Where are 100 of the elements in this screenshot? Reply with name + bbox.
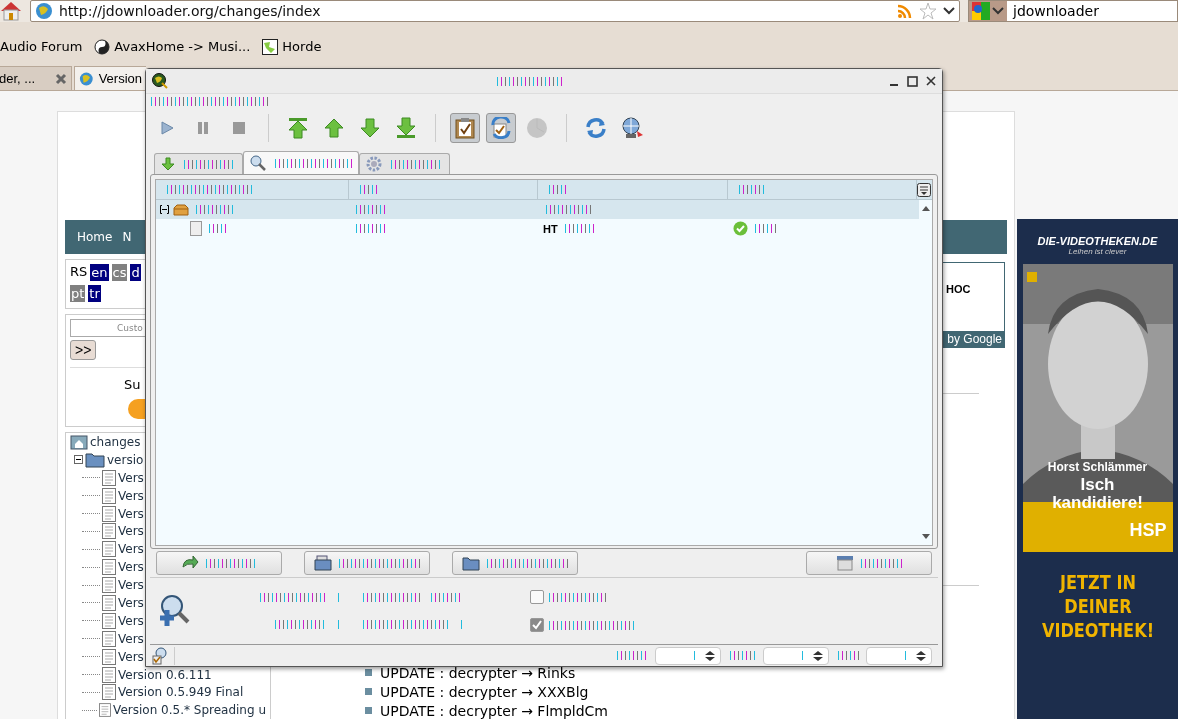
search-engine-button[interactable] — [969, 1, 1007, 21]
banner-call-text: JETZT IN — [1059, 570, 1136, 594]
banner-site: DIE-VIDEOTHEKEN.DE — [1037, 235, 1158, 247]
action-button[interactable] — [806, 551, 932, 575]
up-arrow-icon — [324, 118, 344, 138]
browser-tab[interactable]: der, ... — [0, 66, 72, 90]
spinner-arrows-icon[interactable] — [812, 649, 824, 662]
nav-link[interactable]: Home — [77, 230, 113, 244]
rss-label: RS — [70, 264, 88, 281]
spinner-arrows-icon[interactable] — [915, 649, 927, 662]
tree-item[interactable]: Version 0.5.* Spreading u — [113, 703, 266, 718]
advertisement-banner[interactable]: DIE-VIDEOTHEKEN.DE Leihen ist clever Horst Schlämmer Isch kandidiere! HSP JETZT IN DEINER VIDEOTHEK! — [1017, 219, 1178, 719]
spinner-field[interactable] — [655, 646, 721, 665]
table-row[interactable]: HT — [156, 219, 919, 238]
banner-party: HSP — [1129, 520, 1167, 541]
banner-slogan: Leihen ist clever — [1068, 247, 1127, 256]
tree-item[interactable]: Vers — [118, 470, 144, 485]
collapse-icon[interactable] — [74, 455, 83, 465]
bookmark-link[interactable]: AvaxHome -> Musi... — [94, 38, 251, 55]
subscribe-button[interactable] — [128, 399, 145, 419]
rss-icon[interactable] — [897, 3, 913, 19]
document-icon — [102, 648, 116, 665]
document-icon — [102, 612, 116, 629]
scroll-down-icon[interactable] — [920, 533, 931, 541]
tree-item[interactable]: Vers — [118, 631, 144, 646]
tree-item[interactable]: Version 0.5.949 Final — [118, 685, 244, 700]
ad-title: HOC — [946, 283, 971, 295]
play-icon — [159, 120, 175, 136]
banner-call-text: DEINER — [1063, 594, 1132, 618]
bookmark-link[interactable]: Audio Forum — [0, 39, 83, 54]
tree-item[interactable]: Vers — [118, 488, 144, 503]
tree-item[interactable]: Vers — [118, 524, 144, 539]
tree-item[interactable]: Vers — [118, 613, 144, 628]
folder-icon — [313, 555, 332, 571]
search-placeholder: Custo — [117, 323, 143, 333]
tree-item[interactable]: Vers — [118, 506, 144, 521]
update-item: UPDATE : decrypter → Rinks — [380, 664, 576, 681]
spinner-arrows-icon[interactable] — [704, 649, 716, 662]
banner-name: Horst Schlämmer — [1046, 460, 1149, 474]
move-to-top-icon — [288, 117, 308, 139]
language-link[interactable]: en — [90, 264, 109, 281]
globe-icon — [35, 2, 53, 20]
home-icon[interactable] — [0, 1, 22, 21]
banner-call-text: VIDEOTHEK! — [1041, 618, 1154, 642]
language-link[interactable]: cs — [111, 264, 128, 281]
checkbox[interactable] — [530, 590, 544, 604]
toolbar-button[interactable] — [486, 113, 516, 143]
magnifier-icon — [250, 155, 266, 171]
banner-claim: kandidiere! — [1052, 494, 1143, 512]
trash-bin-icon — [835, 555, 854, 571]
tree-item[interactable]: Vers — [118, 649, 144, 664]
toolbar-button[interactable] — [450, 113, 480, 143]
expander-icon[interactable] — [160, 205, 169, 214]
update-item: UPDATE : decrypter → FlmpldCm — [380, 702, 608, 719]
search-button[interactable]: >> — [70, 340, 97, 360]
move-to-bottom-icon — [396, 117, 416, 139]
bullet-icon — [365, 669, 372, 676]
nav-link[interactable]: N — [122, 230, 132, 244]
close-icon[interactable] — [926, 76, 936, 86]
tree-item[interactable]: changes — [90, 434, 141, 449]
document-icon — [102, 594, 116, 611]
hoster-text: HT — [543, 222, 558, 235]
document-icon — [102, 559, 116, 576]
checkbox[interactable] — [530, 618, 544, 632]
spinner-field[interactable] — [763, 646, 829, 665]
update-item: UPDATE : decrypter → XXXBlg — [380, 683, 589, 700]
spinner-field[interactable] — [866, 646, 932, 665]
tree-item[interactable]: Version 0.6.111 — [118, 667, 212, 682]
search-text: jdownloader — [1013, 3, 1099, 19]
document-icon — [102, 577, 116, 594]
column-chooser-icon[interactable] — [917, 182, 931, 197]
action-button[interactable] — [156, 551, 282, 575]
star-icon[interactable] — [919, 2, 937, 20]
address-bar[interactable]: http://jdownloader.org/changes/index — [30, 0, 960, 22]
tree-item[interactable]: Vers — [118, 578, 144, 593]
browser-tab[interactable]: Version — [74, 66, 146, 90]
file-icon — [190, 221, 202, 236]
maximize-icon[interactable] — [907, 75, 918, 87]
language-link[interactable]: pt — [70, 285, 86, 302]
download-arrow-icon — [161, 157, 175, 171]
search-field[interactable]: jdownloader — [968, 0, 1178, 22]
tree-item[interactable]: versio — [107, 452, 144, 467]
stop-icon — [232, 121, 246, 135]
curved-arrow-icon — [180, 555, 199, 571]
tree-item[interactable]: Vers — [118, 542, 144, 557]
action-button[interactable] — [452, 551, 578, 575]
language-link[interactable]: tr — [88, 285, 101, 302]
tab[interactable] — [359, 153, 450, 174]
banner-claim: Isch — [1080, 476, 1115, 494]
tab[interactable] — [154, 153, 243, 174]
tab[interactable] — [243, 151, 359, 174]
refresh-icon — [585, 117, 607, 139]
scroll-up-icon[interactable] — [920, 204, 931, 212]
pause-icon — [196, 121, 210, 135]
tree-item[interactable]: Vers — [118, 595, 144, 610]
bookmark-link[interactable]: Horde — [262, 38, 322, 55]
tree-item[interactable]: Vers — [118, 560, 144, 575]
globe-icon — [79, 70, 94, 87]
action-button[interactable] — [304, 551, 430, 575]
language-link[interactable]: d — [130, 264, 141, 281]
